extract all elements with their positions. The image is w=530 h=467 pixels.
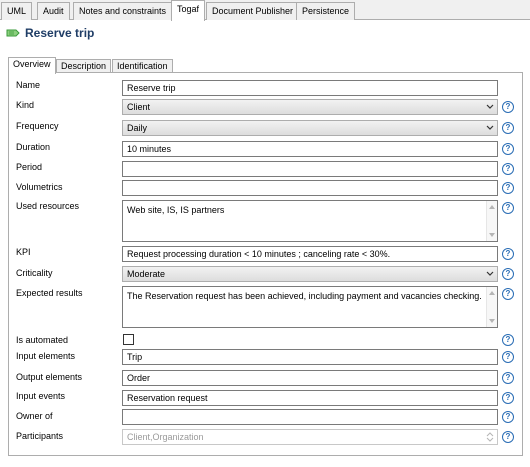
help-icon[interactable]: ? [502,182,514,194]
expected-results-label: Expected results [16,288,83,298]
help-icon[interactable]: ? [502,268,514,280]
is-automated-checkbox[interactable] [123,334,134,345]
help-icon[interactable]: ? [502,163,514,175]
owner-of-label: Owner of [16,411,53,421]
name-field[interactable]: Reserve trip [122,80,498,96]
tab-audit[interactable]: Audit [37,2,70,20]
period-field[interactable] [122,161,498,177]
input-events-field[interactable]: Reservation request [122,390,498,406]
chevron-down-icon[interactable] [486,100,494,114]
help-icon[interactable]: ? [502,351,514,363]
input-elements-field[interactable]: Trip [122,349,498,365]
owner-of-field[interactable] [122,409,498,425]
scrollbar[interactable] [486,201,497,241]
participants-field: Client,Organization [122,429,498,445]
output-elements-field[interactable]: Order [122,370,498,386]
help-icon[interactable]: ? [502,143,514,155]
frequency-select[interactable]: Daily [122,120,498,136]
chevron-down-icon[interactable] [486,267,494,281]
name-label: Name [16,80,41,90]
duration-field[interactable]: 10 minutes [122,141,498,157]
process-icon [6,28,21,38]
help-icon[interactable]: ? [502,392,514,404]
help-icon[interactable]: ? [502,372,514,384]
help-icon[interactable]: ? [502,334,514,346]
period-label: Period [16,162,43,172]
help-icon[interactable]: ? [502,248,514,260]
help-icon[interactable]: ? [502,122,514,134]
tab-notes-and-constraints[interactable]: Notes and constraints [73,2,173,20]
kind-select[interactable]: Client [122,99,498,115]
tab-persistence[interactable]: Persistence [296,2,356,20]
duration-label: Duration [16,142,51,152]
participants-value: Client,Organization [127,432,204,442]
kind-label: Kind [16,100,35,110]
element-header: Reserve trip [6,24,94,42]
used-resources-textarea[interactable]: Web site, IS, IS partners [122,200,498,242]
tab-document-publisher[interactable]: Document Publisher [206,2,300,20]
output-elements-label: Output elements [16,372,83,382]
tab-togaf[interactable]: Togaf [171,0,206,21]
used-resources-value: Web site, IS, IS partners [127,205,225,215]
kpi-field[interactable]: Request processing duration < 10 minutes… [122,246,498,262]
volumetrics-field[interactable] [122,180,498,196]
criticality-select[interactable]: Moderate [122,266,498,282]
page-title: Reserve trip [25,26,95,40]
help-icon[interactable]: ? [502,101,514,113]
tab-overview[interactable]: Overview [8,57,56,74]
criticality-value: Moderate [127,269,166,279]
spin-icon [486,432,494,442]
help-icon[interactable]: ? [502,411,514,423]
scrollbar[interactable] [486,287,497,327]
kpi-label: KPI [16,247,31,257]
frequency-label: Frequency [16,121,59,131]
used-resources-label: Used resources [16,201,80,211]
tab-description[interactable]: Description [56,59,112,73]
help-icon[interactable]: ? [502,288,514,300]
tab-uml[interactable]: UML [1,2,33,20]
kind-value: Client [127,102,151,112]
is-automated-label: Is automated [16,335,69,345]
input-elements-label: Input elements [16,351,76,361]
input-events-label: Input events [16,391,66,401]
help-icon[interactable]: ? [502,202,514,214]
chevron-down-icon[interactable] [486,121,494,135]
criticality-label: Criticality [16,268,53,278]
frequency-value: Daily [127,123,148,133]
expected-results-value: The Reservation request has been achieve… [127,291,482,301]
tab-identification[interactable]: Identification [112,59,173,73]
top-tab-bar: UML Audit Notes and constraints Togaf Do… [0,0,530,21]
help-icon[interactable]: ? [502,431,514,443]
participants-label: Participants [16,431,64,441]
volumetrics-label: Volumetrics [16,182,63,192]
expected-results-textarea[interactable]: The Reservation request has been achieve… [122,286,498,328]
